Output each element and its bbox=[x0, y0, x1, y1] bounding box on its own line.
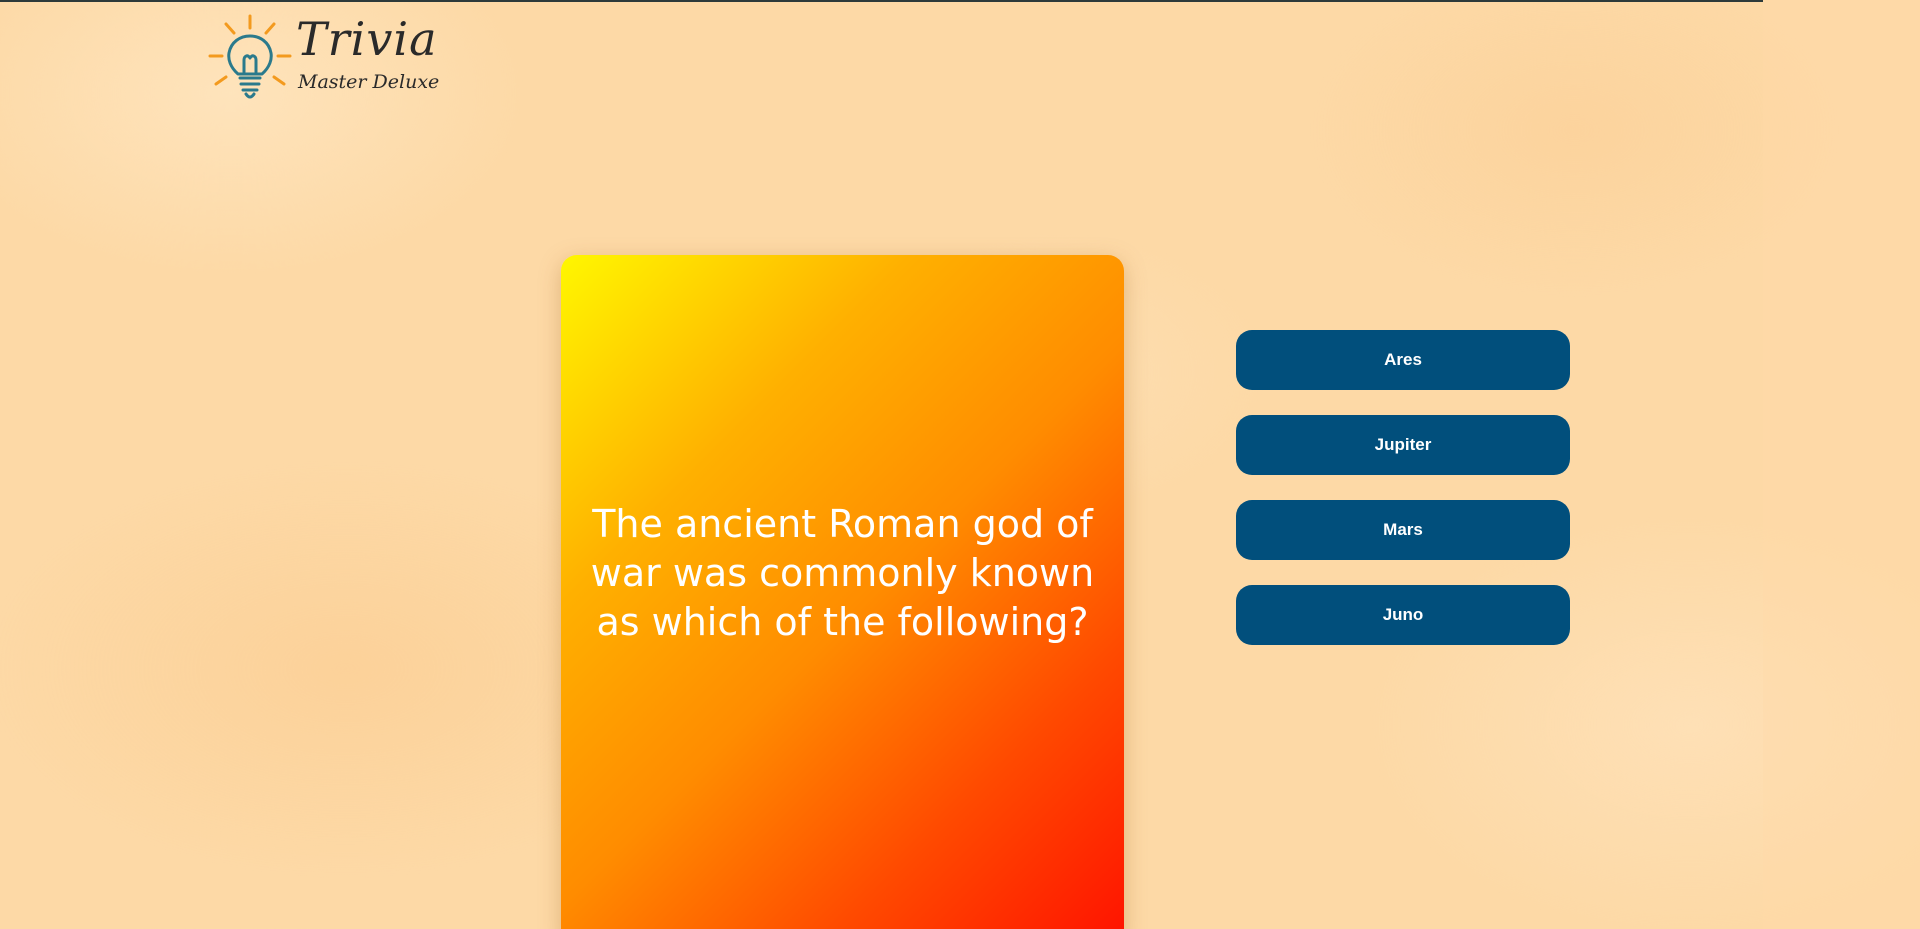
answer-button-ares[interactable]: Ares bbox=[1236, 330, 1570, 390]
top-border bbox=[0, 0, 1763, 2]
answer-button-jupiter[interactable]: Jupiter bbox=[1236, 415, 1570, 475]
lightbulb-icon bbox=[208, 14, 292, 99]
answer-options: Ares Jupiter Mars Juno bbox=[1236, 330, 1570, 645]
right-margin-panel bbox=[1763, 0, 1920, 929]
site-logo[interactable]: Trivia Master Deluxe bbox=[206, 14, 439, 104]
question-text: The ancient Roman god of war was commonl… bbox=[590, 501, 1095, 644]
question-card: The ancient Roman god of war was commonl… bbox=[561, 255, 1124, 929]
logo-title: Trivia bbox=[296, 12, 438, 66]
logo-subtitle: Master Deluxe bbox=[298, 71, 440, 93]
answer-button-mars[interactable]: Mars bbox=[1236, 500, 1570, 560]
answer-button-juno[interactable]: Juno bbox=[1236, 585, 1570, 645]
